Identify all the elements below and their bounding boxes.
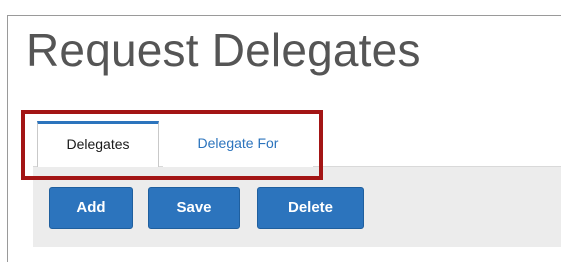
delete-button[interactable]: Delete (257, 187, 364, 229)
add-button[interactable]: Add (49, 187, 133, 229)
save-button[interactable]: Save (148, 187, 240, 229)
page-title: Request Delegates (26, 24, 421, 76)
tab-delegate-for[interactable]: Delegate For (163, 121, 313, 167)
tab-delegates[interactable]: Delegates (37, 121, 159, 167)
